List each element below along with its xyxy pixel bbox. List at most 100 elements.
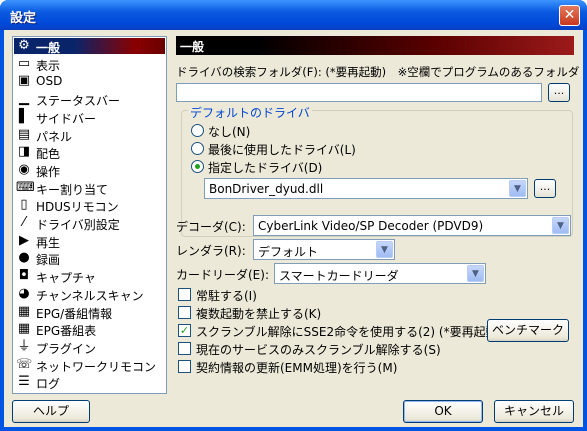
sidebar-item[interactable]: ▯ HDUSリモコン — [14, 197, 165, 215]
sidebar-item-label: パネル — [36, 129, 73, 144]
log-icon: ☰ — [18, 374, 30, 390]
driver-specified-label: 指定したドライバ(D) — [208, 161, 323, 175]
sidebar-item-label: 一般 — [36, 41, 61, 55]
sidebar-item-label: キー割り当て — [36, 182, 109, 197]
settings-category-list[interactable]: ⚙ 一般 ▭ 表示 ▣ OSD ▁ ステータスバー ▌ サイドバー ▤ パネル ◨ 配色 ◉ 操作 ⌨ キー割り当… — [12, 36, 167, 394]
current-service-label: 現在のサービスのみスクランブル解除する(S) — [196, 343, 441, 357]
sidebar-item[interactable]: ▤ パネル — [14, 126, 165, 144]
cardreader-select[interactable]: スマートカードリーダ ▼ — [274, 263, 486, 284]
sidebar-item[interactable]: ◉ 操作 — [14, 161, 165, 179]
sidebar-item[interactable]: ▦ EPG番組表 — [14, 321, 165, 339]
sidebar-item[interactable]: ⁄ ドライバ別設定 — [14, 215, 165, 233]
sidebar-item-label: プラグイン — [36, 341, 97, 356]
benchmark-button[interactable]: ベンチマーク — [487, 319, 569, 342]
sidebar-item-label: EPG/番組情報 — [36, 306, 113, 321]
remote-icon: ▯ — [20, 197, 28, 213]
sidebar-item-label: 配色 — [36, 147, 61, 162]
sidebar-item[interactable]: ▁ ステータスバー — [14, 91, 165, 109]
resident-label: 常駐する(I) — [196, 289, 257, 303]
sidebar-item[interactable]: ▣ OSD — [14, 73, 165, 89]
sidebar-item[interactable]: ◨ 配色 — [14, 144, 165, 162]
driver-folder-browse-button[interactable]: ... — [548, 83, 570, 102]
driver-last-label: 最後に使用したドライバ(L) — [208, 143, 356, 157]
sidebar-item[interactable]: ◘ キャプチャ — [14, 268, 165, 286]
cardreader-label: カードリーダ(E): — [176, 268, 269, 282]
renderer-select-value: デフォルト — [258, 245, 319, 259]
sidebar-item-label: EPG番組表 — [36, 324, 97, 339]
sidebar-item[interactable]: ● 録画 — [14, 250, 165, 268]
keyboard-icon: ⌨ — [16, 179, 35, 195]
sidebar-item[interactable]: ⌨ キー割り当て — [14, 179, 165, 197]
driver-browse-button[interactable]: ... — [534, 179, 556, 198]
epg-icon: ▦ — [17, 303, 31, 319]
sidebar-item-label: ステータスバー — [36, 94, 121, 109]
driver-none-label: なし(N) — [208, 125, 251, 139]
sidebar-item-label: ドライバ別設定 — [36, 218, 120, 232]
emm-checkbox[interactable] — [178, 360, 191, 373]
driver-select[interactable]: BonDriver_dyud.dll ▼ — [204, 178, 528, 199]
driver-folder-label: ドライバの検索フォルダ(F): (*要再起動) ※空欄でプログラムのあるフォルダ — [176, 65, 580, 79]
sidebar-item[interactable]: ⏚ プラグイン — [14, 338, 165, 356]
mouse-icon: ◉ — [18, 161, 30, 177]
plugin-icon: ⏚ — [17, 338, 31, 354]
sidebar-item-label: 表示 — [36, 58, 61, 73]
sidebar-item-label: ネットワークリモコン — [36, 359, 157, 374]
record-icon: ● — [18, 250, 30, 266]
sidebar-item-label: 録画 — [36, 253, 61, 268]
sidebar-item[interactable]: ☏ ネットワークリモコン — [14, 356, 165, 374]
resident-checkbox[interactable] — [178, 288, 191, 301]
play-icon: ▶ — [19, 232, 29, 248]
sidebar-item[interactable]: ⚙ 一般 — [14, 38, 165, 55]
decoder-label: デコーダ(C): — [176, 220, 246, 234]
gear-icon: ⚙ — [18, 38, 30, 53]
osd-icon: ▣ — [17, 73, 31, 89]
driver-folder-input[interactable] — [176, 83, 542, 102]
close-icon[interactable]: ✕ — [559, 5, 580, 26]
palette-icon: ◨ — [17, 144, 31, 160]
sidebar-item-label: OSD — [36, 74, 63, 89]
camera-icon: ◘ — [18, 268, 30, 284]
sidebar-item-label: サイドバー — [36, 111, 97, 126]
ok-button[interactable]: OK — [403, 400, 483, 423]
current-service-checkbox[interactable] — [178, 342, 191, 355]
sidebar-item[interactable]: ▌ サイドバー — [14, 108, 165, 126]
sidebar-item[interactable]: ▭ 表示 — [14, 55, 165, 73]
cancel-button[interactable]: キャンセル — [494, 400, 574, 423]
multi-launch-checkbox[interactable] — [178, 306, 191, 319]
monitor-icon: ▭ — [17, 55, 31, 71]
panel-icon: ▤ — [17, 126, 31, 142]
sse2-checkbox[interactable]: ✓ — [178, 324, 191, 337]
multi-launch-label: 複数起動を禁止する(K) — [196, 307, 322, 321]
renderer-select[interactable]: デフォルト ▼ — [253, 239, 395, 260]
driver-none-radio[interactable] — [191, 124, 204, 137]
chevron-down-icon[interactable]: ▼ — [376, 241, 393, 258]
settings-window: 設定 ✕ ⚙ 一般 ▭ 表示 ▣ OSD ▁ ステータスバー ▌ サイドバー ▤ パネル ◨ 配色 ◉ 操作 ⌨… — [0, 0, 587, 431]
sidebar-item[interactable]: ☰ ログ — [14, 374, 165, 392]
driver-specified-radio[interactable] — [191, 160, 204, 173]
sidebar-item-label: ログ — [36, 377, 61, 392]
program-guide-icon: ▦ — [17, 321, 31, 337]
network-icon: ☏ — [16, 356, 33, 372]
statusbar-icon: ▁ — [19, 91, 29, 107]
sidebar-icon: ▌ — [19, 108, 29, 124]
chevron-down-icon[interactable]: ▼ — [552, 217, 569, 234]
chevron-down-icon[interactable]: ▼ — [467, 265, 484, 282]
driver-select-value: BonDriver_dyud.dll — [209, 182, 324, 196]
chevron-down-icon[interactable]: ▼ — [509, 180, 526, 197]
section-title: 一般 — [180, 40, 205, 54]
sse2-label: スクランブル解除にSSE2命令を使用する(2) (*要再起動) — [196, 325, 503, 339]
section-header: 一般 — [176, 36, 574, 55]
sidebar-item[interactable]: ▶ 再生 — [14, 232, 165, 250]
decoder-select-value: CyberLink Video/SP Decoder (PDVD9) — [258, 219, 484, 233]
title-bar[interactable]: 設定 ✕ — [0, 0, 587, 30]
sidebar-item[interactable]: ◕ チャンネルスキャン — [14, 286, 165, 303]
decoder-select[interactable]: CyberLink Video/SP Decoder (PDVD9) ▼ — [253, 215, 571, 236]
sidebar-item-label: チャンネルスキャン — [36, 288, 144, 303]
driver-icon: ⁄ — [22, 215, 26, 230]
sidebar-item[interactable]: ▦ EPG/番組情報 — [14, 303, 165, 321]
sidebar-item-label: HDUSリモコン — [36, 200, 119, 215]
default-driver-group-title: デフォルトのドライバ — [188, 104, 312, 121]
window-title: 設定 — [10, 11, 37, 26]
driver-last-radio[interactable] — [191, 142, 204, 155]
help-button[interactable]: ヘルプ — [12, 400, 90, 423]
